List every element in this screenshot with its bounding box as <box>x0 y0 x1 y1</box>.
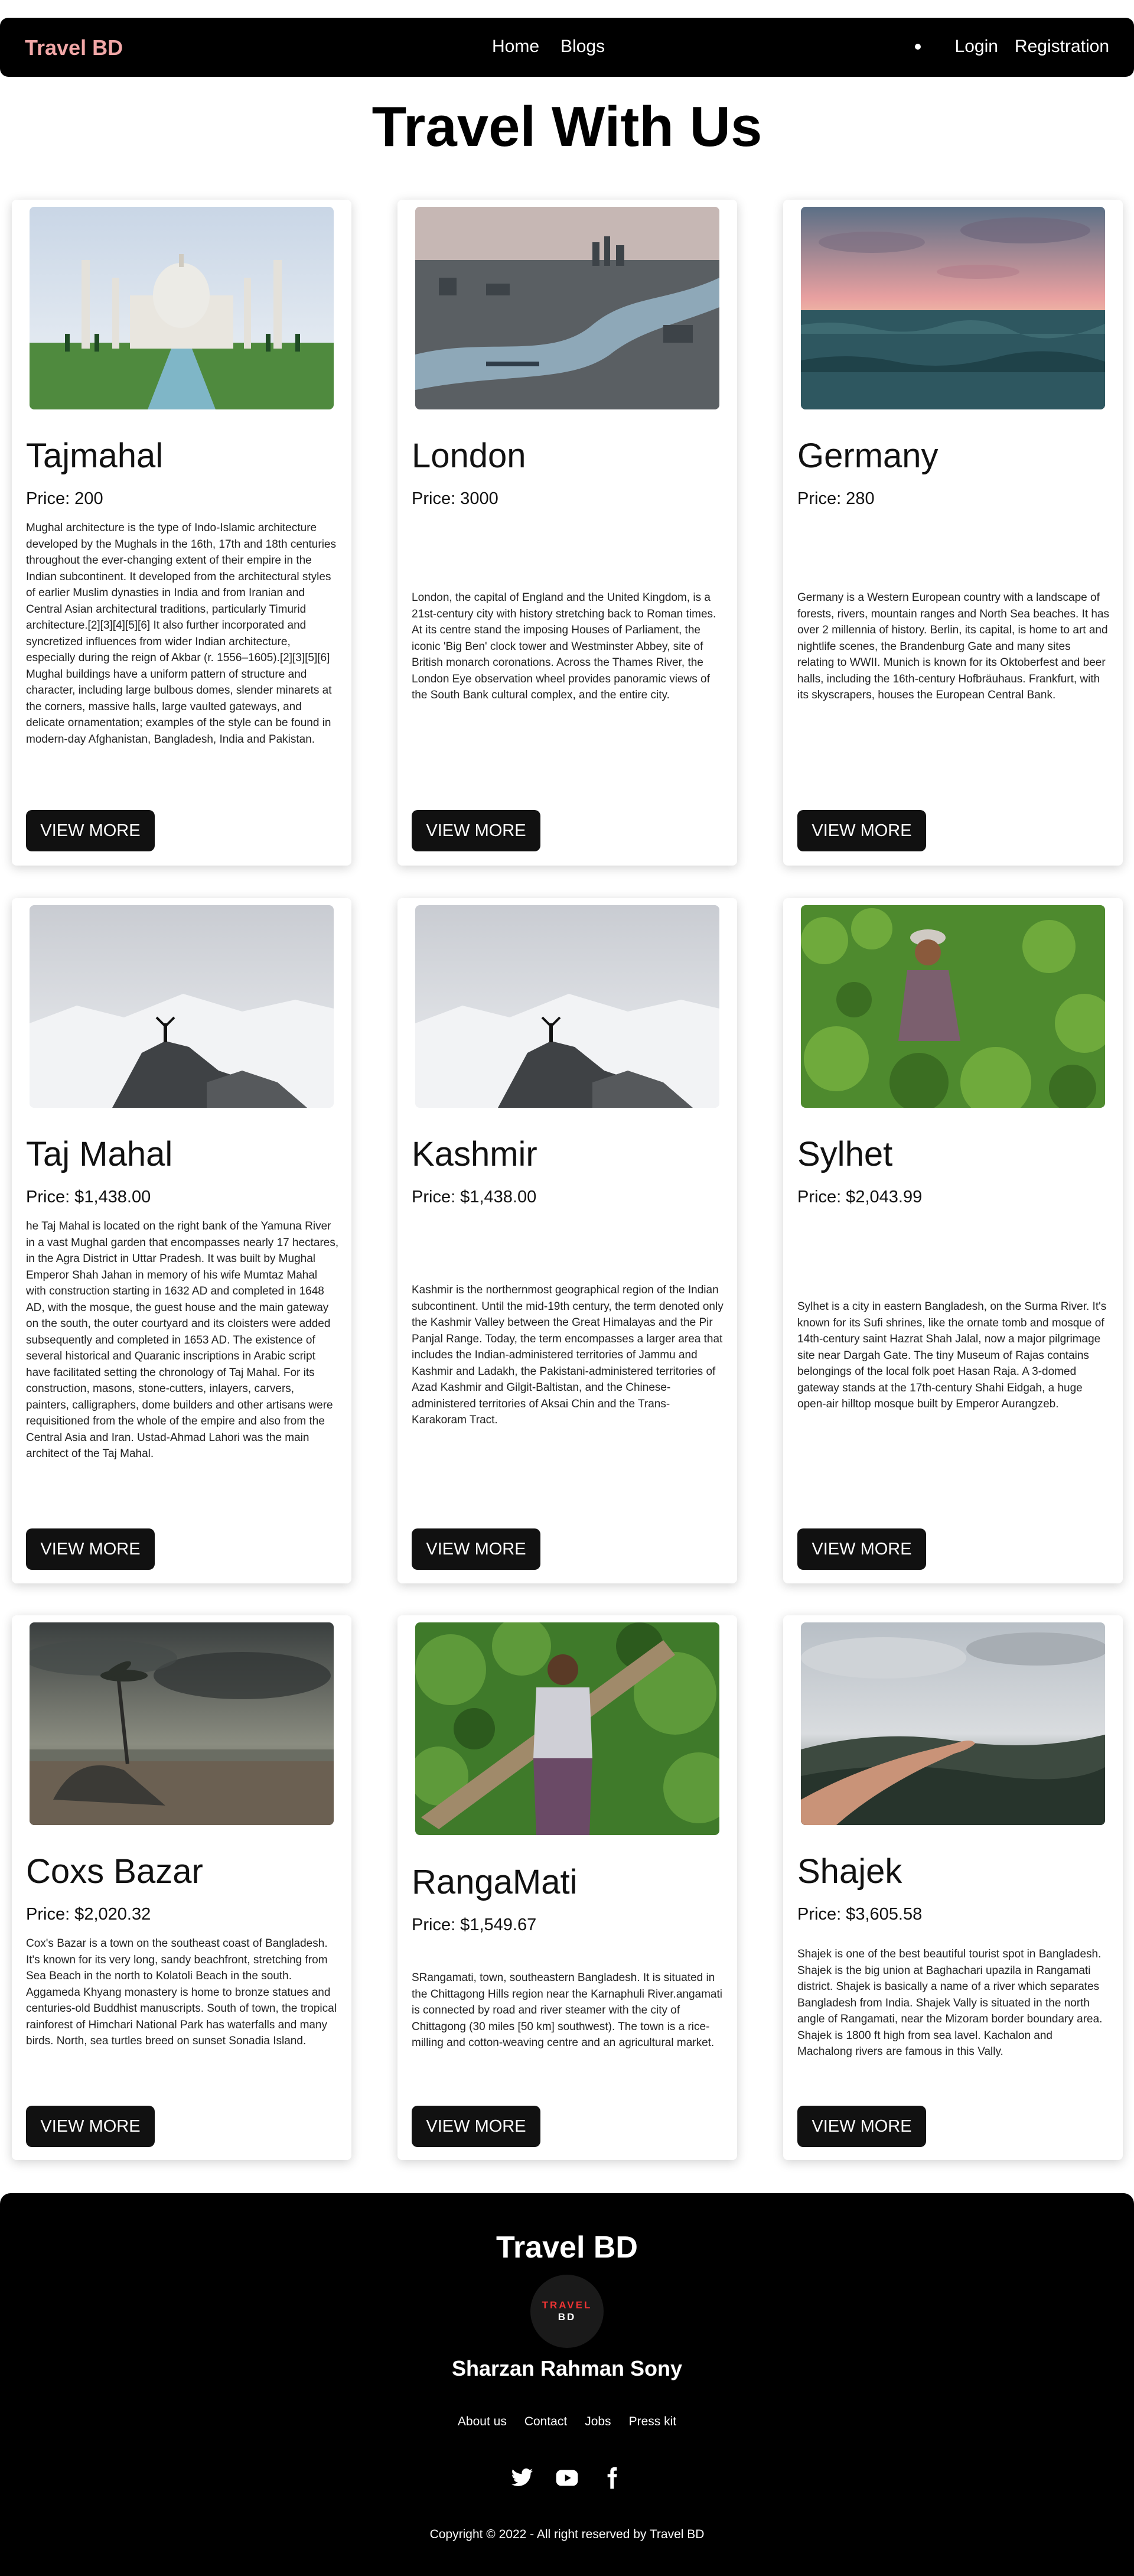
card-title: RangaMati <box>412 1863 578 1901</box>
hand-over-valley-photo <box>801 1622 1105 1825</box>
card-title: Taj Mahal <box>26 1135 173 1173</box>
card-description: Shajek is one of the best beautiful tour… <box>797 1948 1103 2058</box>
view-more-button[interactable]: VIEW MORE <box>797 1528 926 1570</box>
contact-link[interactable]: Contact <box>524 2415 567 2429</box>
card-title: Coxs Bazar <box>26 1852 203 1891</box>
view-more-button[interactable]: VIEW MORE <box>26 1528 155 1570</box>
page-title: Travel With Us <box>372 95 762 158</box>
destination-card-rangamati: RangaMati Price: $1,549.67 SRangamati, t… <box>397 1615 737 2160</box>
copyright-text: Copyright © 2022 - All right reserved by… <box>429 2528 705 2541</box>
card-price: Price: 3000 <box>412 489 498 508</box>
card-description: Germany is a Western European country wi… <box>797 591 1110 701</box>
footer-logo: TRAVEL BD <box>530 2275 604 2348</box>
sea-sunset-photo <box>801 207 1105 409</box>
snowy-mountain-photo <box>30 905 334 1108</box>
card-price: Price: $1,549.67 <box>412 1915 537 1934</box>
facebook-icon[interactable] <box>600 2466 624 2490</box>
card-title: London <box>412 437 526 475</box>
destination-card-kashmir: Kashmir Price: $1,438.00 Kashmir is the … <box>397 898 737 1583</box>
card-title: Sylhet <box>797 1135 893 1173</box>
destination-card-taj-mahal: Taj Mahal Price: $1,438.00 he Taj Mahal … <box>12 898 351 1583</box>
card-price: Price: $1,438.00 <box>26 1188 151 1206</box>
press-kit-link[interactable]: Press kit <box>629 2415 677 2429</box>
footer-links: About us Contact Jobs Press kit <box>0 2415 1134 2429</box>
nav-blogs-link[interactable]: Blogs <box>561 37 605 57</box>
card-description: London, the capital of England and the U… <box>412 591 716 701</box>
navbar: Travel BD Home Blogs Login Registration <box>0 18 1134 77</box>
destination-card-london: London Price: 3000 London, the capital o… <box>397 200 737 866</box>
view-more-button[interactable]: VIEW MORE <box>412 2106 540 2147</box>
nav-home-link[interactable]: Home <box>492 37 539 57</box>
nav-auth: Login Registration <box>914 37 1109 57</box>
nav-links: Home Blogs <box>492 37 605 57</box>
registration-link[interactable]: Registration <box>1015 37 1109 57</box>
card-description: Kashmir is the northernmost geographical… <box>412 1284 724 1426</box>
card-price: Price: $1,438.00 <box>412 1188 537 1206</box>
card-price: Price: 280 <box>797 489 875 508</box>
card-price: Price: $2,020.32 <box>26 1905 151 1924</box>
snowy-mountain-photo <box>415 905 719 1108</box>
logo-text-top: TRAVEL <box>542 2299 592 2311</box>
destination-card-germany: Germany Price: 280 Germany is a Western … <box>783 200 1123 866</box>
card-title: Shajek <box>797 1852 902 1891</box>
card-description: Mughal architecture is the type of Indo-… <box>26 522 336 746</box>
london-aerial-photo <box>415 207 719 409</box>
footer-title: Travel BD <box>496 2230 638 2265</box>
card-title: Tajmahal <box>26 437 164 475</box>
destination-card-sylhet: Sylhet Price: $2,043.99 Sylhet is a city… <box>783 898 1123 1583</box>
about-us-link[interactable]: About us <box>458 2415 507 2429</box>
card-description: Sylhet is a city in eastern Bangladesh, … <box>797 1300 1107 1410</box>
view-more-button[interactable]: VIEW MORE <box>26 2106 155 2147</box>
view-more-button[interactable]: VIEW MORE <box>412 810 540 851</box>
view-more-button[interactable]: VIEW MORE <box>797 2106 926 2147</box>
card-description: he Taj Mahal is located on the right ban… <box>26 1220 339 1460</box>
card-price: Price: $3,605.58 <box>797 1905 923 1924</box>
destination-card-tajmahal: Tajmahal Price: 200 Mughal architecture … <box>12 200 351 866</box>
youtube-icon[interactable] <box>555 2466 579 2490</box>
card-title: Kashmir <box>412 1135 537 1173</box>
card-price: Price: 200 <box>26 489 103 508</box>
footer: Travel BD TRAVEL BD Sharzan Rahman Sony … <box>0 2193 1134 2576</box>
card-title: Germany <box>797 437 939 475</box>
footer-author: Sharzan Rahman Sony <box>451 2356 683 2380</box>
view-more-button[interactable]: VIEW MORE <box>412 1528 540 1570</box>
tea-garden-photo <box>801 905 1105 1108</box>
view-more-button[interactable]: VIEW MORE <box>797 810 926 851</box>
card-description: Cox's Bazar is a town on the southeast c… <box>26 1937 337 2047</box>
brand-logo[interactable]: Travel BD <box>25 35 123 60</box>
view-more-button[interactable]: VIEW MORE <box>26 810 155 851</box>
login-link[interactable]: Login <box>955 37 998 57</box>
jobs-link[interactable]: Jobs <box>585 2415 611 2429</box>
man-carrying-log-photo <box>415 1622 719 1835</box>
logo-text-bottom: BD <box>558 2311 576 2323</box>
taj-mahal-photo <box>30 207 334 409</box>
social-links <box>0 2466 1134 2490</box>
destination-card-coxs-bazar: Coxs Bazar Price: $2,020.32 Cox's Bazar … <box>12 1615 351 2160</box>
twitter-icon[interactable] <box>510 2466 534 2490</box>
card-description: SRangamati, town, southeastern Banglades… <box>412 1972 722 2049</box>
card-price: Price: $2,043.99 <box>797 1188 923 1206</box>
destination-card-shajek: Shajek Price: $3,605.58 Shajek is one of… <box>783 1615 1123 2160</box>
dot-icon <box>914 44 921 50</box>
beach-boat-photo <box>30 1622 334 1825</box>
